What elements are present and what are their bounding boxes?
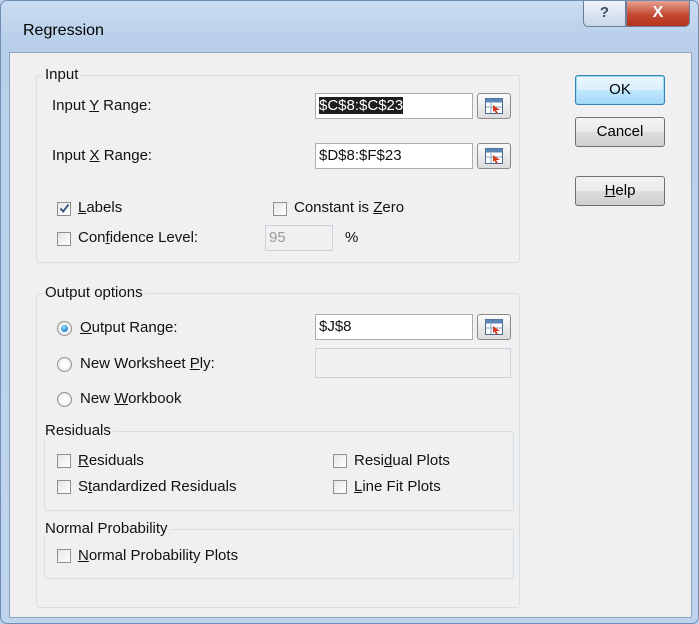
residuals-checkbox[interactable] (57, 454, 71, 468)
output-range-radio[interactable] (57, 321, 72, 336)
new-workbook-label: New Workbook (80, 390, 182, 407)
cancel-button[interactable]: Cancel (575, 117, 665, 147)
range-select-icon (485, 148, 503, 164)
help-button[interactable]: Help (575, 176, 665, 206)
confidence-level-label: Confidence Level: (78, 229, 199, 246)
output-range-field[interactable]: $J$8 (315, 314, 473, 340)
output-range-collapse-button[interactable] (477, 314, 511, 340)
residuals-label: Residuals (78, 452, 144, 469)
question-icon: ? (599, 4, 610, 21)
new-worksheet-ply-label: New Worksheet Ply: (80, 355, 215, 372)
output-options-title: Output options (43, 284, 145, 301)
output-range-label: Output Range: (80, 319, 178, 336)
new-workbook-radio[interactable] (57, 392, 72, 407)
labels-checkbox[interactable] (57, 202, 71, 216)
residuals-group-title: Residuals (43, 422, 113, 439)
dialog-title: Regression (23, 22, 104, 39)
normal-probability-plots-checkbox[interactable] (57, 549, 71, 563)
percent-label: % (345, 229, 359, 246)
close-button[interactable]: X (626, 1, 690, 27)
standardized-residuals-label: Standardized Residuals (78, 478, 237, 495)
dialog-body: Input Input Y Range: $C$8:$C$23 Input X … (9, 52, 692, 618)
radio-selected-dot (61, 325, 68, 332)
input-y-range-field[interactable]: $C$8:$C$23 (315, 93, 473, 119)
input-y-range-collapse-button[interactable] (477, 93, 511, 119)
normal-probability-plots-label: Normal Probability Plots (78, 547, 239, 564)
checkmark-icon (59, 203, 70, 213)
standardized-residuals-checkbox[interactable] (57, 480, 71, 494)
line-fit-plots-checkbox[interactable] (333, 480, 347, 494)
title-help-button[interactable]: ? (583, 1, 626, 27)
confidence-level-checkbox[interactable] (57, 232, 71, 246)
residuals-group: Residuals (43, 422, 514, 511)
labels-label: Labels (78, 199, 123, 216)
confidence-level-field[interactable]: 95 (265, 225, 333, 251)
input-x-range-field[interactable]: $D$8:$F$23 (315, 143, 473, 169)
line-fit-plots-label: Line Fit Plots (354, 478, 441, 495)
ok-button[interactable]: OK (575, 75, 665, 105)
residual-plots-checkbox[interactable] (333, 454, 347, 468)
constant-is-zero-label: Constant is Zero (294, 199, 405, 216)
constant-is-zero-checkbox[interactable] (273, 202, 287, 216)
input-x-range-collapse-button[interactable] (477, 143, 511, 169)
normal-probability-group-title: Normal Probability (43, 520, 170, 537)
new-worksheet-ply-radio[interactable] (57, 357, 72, 372)
close-icon: X (652, 4, 664, 21)
input-y-range-label: Input Y Range: (52, 97, 152, 114)
input-x-range-label: Input X Range: (52, 147, 153, 164)
regression-dialog: Regression ? X Input Input Y Range: $C$8… (0, 0, 699, 624)
range-select-icon (485, 319, 503, 335)
residual-plots-label: Residual Plots (354, 452, 450, 469)
input-group-title: Input (43, 66, 81, 83)
new-worksheet-ply-field[interactable] (315, 348, 511, 378)
range-select-icon (485, 98, 503, 114)
